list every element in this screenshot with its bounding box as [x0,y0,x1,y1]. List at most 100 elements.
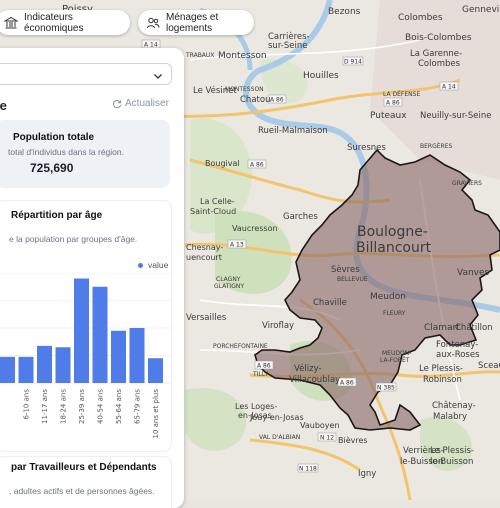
households-housing-label: Ménages et logements [166,11,219,34]
road-badge: A 14 [439,81,459,91]
households-housing-chip[interactable]: Ménages et logements [138,10,254,35]
chart-bar[interactable] [18,356,34,383]
svg-text:A 86: A 86 [340,380,354,387]
map-label: VAL D'ALBIAN [259,434,300,441]
chart-tick-label: 18-24 ans [60,389,68,424]
chart-bar[interactable] [92,286,108,383]
map-label: BERGÈRES [420,142,452,150]
map-label: sur-Seine [268,41,307,51]
map-label: Billancourt [356,240,432,256]
chart-bar[interactable] [0,356,15,383]
svg-text:N 118: N 118 [299,466,317,473]
map-label: Bezons [328,7,361,17]
map-label: La Celle- [200,197,235,206]
svg-text:A 86: A 86 [270,97,284,104]
chart-tick-label: 10 ans et plus [152,389,160,439]
population-value: 725,690 [30,161,74,175]
economic-indicators-chip[interactable]: Indicateurs économiques [0,10,130,35]
map-label: Colombes [418,59,461,69]
age-distribution-title: Répartition par âge [11,210,103,221]
map-label: Bougival [205,159,240,168]
chart-bar[interactable] [37,345,52,383]
map-label: Viroflay [262,321,294,331]
map-label: Châtillon [455,323,493,333]
road-badge: A 86 [247,159,267,169]
map-label: La Garenne- [410,49,462,59]
map-label: Vauboyen [300,421,340,430]
road-badge: A 86 [267,94,287,104]
chart-bar[interactable] [129,328,145,383]
chart-bar[interactable] [55,347,71,383]
road-badge: N 118 [297,463,319,473]
chart-bar[interactable] [74,278,89,384]
map-label: LA DÉFENSE [383,90,420,98]
svg-text:A 86: A 86 [386,100,400,107]
map-label: TRABAUX [185,52,214,59]
chart-tick-label: 40-54 ans [97,389,105,424]
workers-dependants-subtitle: , adultes actifs et de personnes âgées. [9,486,155,496]
chart-bar[interactable] [148,358,163,383]
chart-tick-label: 25-39 ans [78,389,86,424]
map-label: GRAVIERS [452,180,482,187]
map-label: Sèvres [331,264,360,275]
chart-legend[interactable]: value [138,260,168,270]
map-label: Igny [358,469,376,479]
map-label: Houilles [303,71,339,81]
map-label: Suresnes [347,143,386,153]
map-label: Le Plessis- [419,364,463,374]
map-label: Sceaux [478,361,500,371]
svg-text:D 914: D 914 [344,59,362,66]
map-label: Villacoublay [289,375,340,385]
legend-label: value [148,260,169,270]
road-badge: A 86 [383,97,403,107]
population-card: Population totale total d'individus dans… [0,120,170,188]
svg-text:A 14: A 14 [442,84,456,91]
region-select[interactable] [0,63,172,85]
bank-building-icon [4,16,18,30]
refresh-label: Actualiser [125,98,169,109]
map-label: le-Buisson [400,457,443,467]
chart-tick-label: 65-79 ans [134,389,142,424]
road-badge: N 12 [317,432,337,442]
refresh-button[interactable]: Actualiser [112,98,169,109]
chart-bar[interactable] [111,330,126,383]
map-label: Les Loges- [235,402,277,411]
map-label: Verrières- [403,445,444,456]
map-label: MEUDON- [382,350,411,357]
map-label: Vanves [457,268,490,278]
map-label: GLATIGNY [214,283,244,290]
map-label: BELLEVUE [337,276,368,283]
age-distribution-subtitle: e la population par groupes d'âge. [9,234,138,244]
map-label: Rueil-Malmaison [258,126,328,136]
chart-tick-label: 11-17 ans [41,389,49,424]
legend-swatch [138,262,143,268]
svg-text:N 385: N 385 [377,385,395,392]
refresh-icon [113,99,122,108]
map-label: Bièvres [338,435,368,445]
map-label: LA-FORÊT [380,356,410,364]
map-label: Versailles [186,313,227,323]
map-label: Vélizy- [294,363,322,374]
map-label: Colombes [398,13,443,23]
svg-text:A 86: A 86 [257,363,271,370]
map-label: Châtenay- [432,401,476,411]
population-subtitle: total d'individus dans la région. [8,147,124,157]
map-label: Chesnay- [186,243,223,252]
map-label: Boulogne- [357,224,428,240]
map-label: Chatou [240,95,270,105]
people-icon [146,16,160,30]
map-label: Neuilly-sur-Seine [420,111,491,121]
stats-panel: ie Actualiser Population totale total d'… [0,48,184,508]
map-label: Bois-Colombes [405,33,472,43]
chevron-down-icon [153,68,163,79]
chart-tick-label: 6-10 ans [23,389,31,420]
chart-tick-label: 55-64 ans [115,389,123,424]
road-badge: N 385 [375,382,397,392]
map-label: Fontenay- [436,340,478,350]
road-badge: A 86 [337,377,357,387]
workers-dependants-card: par Travailleurs et Dépendants , adultes… [0,456,172,508]
map-label: Jouy-en-Josas [249,413,304,422]
map-label: CLAGNY [216,276,241,283]
map-label: Gennevilli [462,5,500,15]
map-label: PORCHEFONTAINE [213,343,268,350]
